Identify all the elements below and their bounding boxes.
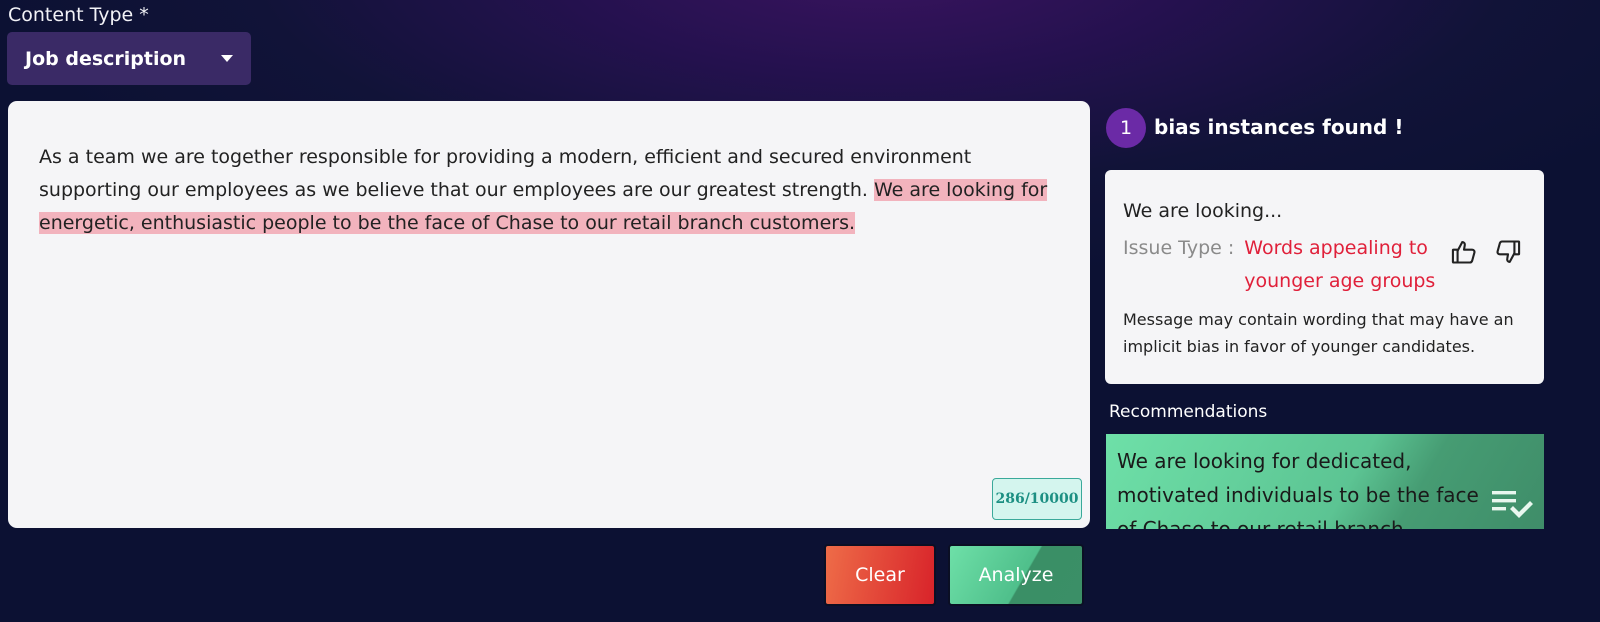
issue-type-value: Words appealing to younger age groups — [1244, 237, 1436, 292]
recommendation-card[interactable]: We are looking for dedicated, motivated … — [1106, 434, 1544, 529]
content-type-label: Content Type * — [8, 4, 149, 26]
editor-text: As a team we are together responsible fo… — [39, 146, 972, 201]
character-count: 286/10000 — [992, 478, 1082, 520]
thumbs-up-icon[interactable] — [1450, 238, 1478, 270]
issue-card: We are looking... Issue Type : Words app… — [1105, 170, 1544, 384]
playlist-check-icon[interactable] — [1490, 487, 1534, 523]
clear-button[interactable]: Clear — [824, 544, 936, 606]
analyze-button[interactable]: Analyze — [948, 544, 1084, 606]
thumbs-down-icon[interactable] — [1494, 238, 1522, 270]
content-type-dropdown[interactable]: Job description — [7, 32, 251, 85]
recommendation-text: We are looking for dedicated, motivated … — [1117, 449, 1479, 529]
bias-summary-text: bias instances found ! — [1154, 115, 1404, 139]
issue-message: Message may contain wording that may hav… — [1123, 310, 1514, 356]
issue-type-label: Issue Type : — [1123, 237, 1235, 259]
caret-down-icon — [221, 55, 233, 62]
feedback-buttons — [1450, 238, 1522, 270]
issue-title: We are looking... — [1123, 200, 1283, 222]
recommendations-label: Recommendations — [1109, 402, 1268, 422]
content-text-editor[interactable]: As a team we are together responsible fo… — [8, 101, 1090, 528]
bias-count-badge: 1 — [1106, 108, 1146, 148]
content-type-selected: Job description — [25, 47, 187, 70]
